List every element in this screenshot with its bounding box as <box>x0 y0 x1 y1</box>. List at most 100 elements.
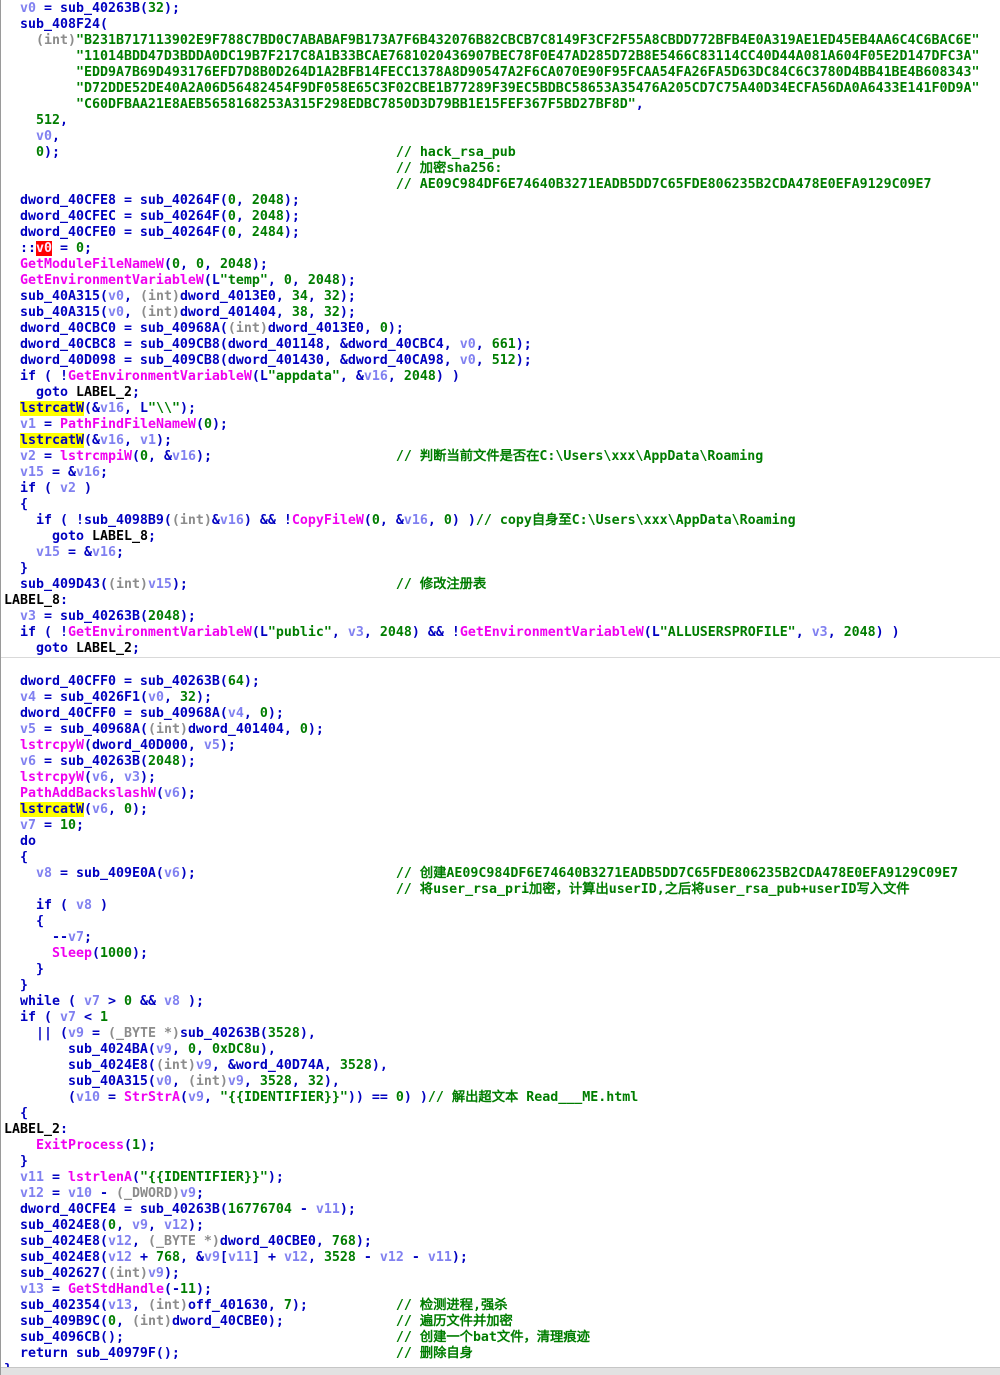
code-line[interactable]: PathAddBackslashW(v6); <box>4 786 1000 802</box>
variable-token[interactable]: v6 <box>164 866 180 881</box>
variable-token[interactable]: v9 <box>180 1186 196 1201</box>
code-line[interactable]: v0 = sub_40263B(32); <box>4 1 1000 17</box>
code-line[interactable]: } <box>4 962 1000 978</box>
code-line[interactable]: if ( !GetEnvironmentVariableW(L"appdata"… <box>4 369 1000 385</box>
variable-token[interactable]: v16 <box>92 545 116 560</box>
code-line[interactable]: sub_4024E8((int)v9, &word_40D74A, 3528), <box>4 1058 1000 1074</box>
code-line[interactable]: return sub_40979F(); // 删除自身 <box>4 1346 1000 1362</box>
code-line[interactable]: v7 = 10; <box>4 818 1000 834</box>
api-function-token[interactable]: PathFindFileNameW <box>60 417 196 432</box>
code-line[interactable]: "EDD9A7B69D493176EFD7D8B0D264D1A2BFB14FE… <box>4 65 1000 81</box>
api-function-token[interactable]: GetStdHandle <box>68 1282 164 1297</box>
horizontal-scrollbar[interactable] <box>1 1367 1000 1375</box>
variable-token[interactable]: v15 <box>20 465 44 480</box>
variable-token[interactable]: v12 <box>164 1218 188 1233</box>
code-line[interactable]: v0, <box>4 129 1000 145</box>
variable-token[interactable]: v7 <box>68 930 84 945</box>
code-line[interactable]: { <box>4 497 1000 513</box>
code-line[interactable]: // 将user_rsa_pri加密，计算出userID,之后将user_rsa… <box>4 882 1000 898</box>
highlighted-token-yellow[interactable]: lstrcatW <box>20 802 84 817</box>
variable-token[interactable]: v4 <box>228 706 244 721</box>
variable-token[interactable]: v6 <box>164 786 180 801</box>
variable-token[interactable]: v16 <box>172 449 196 464</box>
variable-token[interactable]: v0 <box>36 129 52 144</box>
variable-token[interactable]: v1 <box>140 433 156 448</box>
api-function-token[interactable]: lstrlenA <box>68 1170 132 1185</box>
label-token[interactable]: LABEL_2 <box>4 1122 60 1137</box>
code-line[interactable]: GetModuleFileNameW(0, 0, 2048); <box>4 257 1000 273</box>
variable-token[interactable]: v16 <box>404 513 428 528</box>
variable-token[interactable]: v7 <box>20 818 36 833</box>
code-line[interactable]: lstrcatW(&v16, L"\\"); <box>4 401 1000 417</box>
code-line[interactable]: lstrcatW(v6, 0); <box>4 802 1000 818</box>
code-line[interactable]: (v10 = StrStrA(v9, "{{IDENTIFIER}}")) ==… <box>4 1090 1000 1106</box>
code-line[interactable]: sub_40A315(v0, (int)dword_401404, 38, 32… <box>4 305 1000 321</box>
code-line[interactable]: if ( v2 ) <box>4 481 1000 497</box>
variable-token[interactable]: v9 <box>196 1058 212 1073</box>
api-function-token[interactable]: lstrcpyW <box>20 738 84 753</box>
variable-token[interactable]: v10 <box>76 1090 100 1105</box>
code-line[interactable]: if ( v7 < 1 <box>4 1010 1000 1026</box>
code-line[interactable]: 512, <box>4 113 1000 129</box>
variable-token[interactable]: v0 <box>148 690 164 705</box>
variable-token[interactable]: v6 <box>92 802 108 817</box>
variable-token[interactable]: v16 <box>364 369 388 384</box>
code-line[interactable]: sub_409B9C(0, (int)dword_40CBE0); // 遍历文… <box>4 1314 1000 1330</box>
code-line[interactable]: v2 = lstrcmpiW(0, &v16); // 判断当前文件是否在C:\… <box>4 449 1000 465</box>
api-function-token[interactable]: GetEnvironmentVariableW <box>68 625 252 640</box>
variable-token[interactable]: v9 <box>148 1266 164 1281</box>
variable-token[interactable]: v9 <box>228 1074 244 1089</box>
api-function-token[interactable]: StrStrA <box>124 1090 180 1105</box>
variable-token[interactable]: v12 <box>20 1186 44 1201</box>
code-line[interactable]: dword_40D098 = sub_409CB8(dword_401430, … <box>4 353 1000 369</box>
code-line[interactable]: dword_40CFF0 = sub_40968A(v4, 0); <box>4 706 1000 722</box>
variable-token[interactable]: v7 <box>60 1010 76 1025</box>
code-line[interactable]: goto LABEL_2; <box>4 641 1000 657</box>
code-line[interactable]: v5 = sub_40968A((int)dword_401404, 0); <box>4 722 1000 738</box>
variable-token[interactable]: v0 <box>460 337 476 352</box>
variable-token[interactable]: v3 <box>348 625 364 640</box>
code-line[interactable]: v1 = PathFindFileNameW(0); <box>4 417 1000 433</box>
code-line[interactable]: "D72DDE52DE40A2A06D56482454F9DF058E65C3F… <box>4 81 1000 97</box>
code-line[interactable]: v15 = &v16; <box>4 465 1000 481</box>
code-line[interactable]: sub_409D43((int)v15); // 修改注册表 <box>4 577 1000 593</box>
code-line[interactable]: { <box>4 1106 1000 1122</box>
variable-token[interactable]: v2 <box>60 481 76 496</box>
code-line[interactable]: } <box>4 1154 1000 1170</box>
variable-token[interactable]: v0 <box>20 1 36 16</box>
code-line[interactable]: goto LABEL_8; <box>4 529 1000 545</box>
variable-token[interactable]: v13 <box>20 1282 44 1297</box>
variable-token[interactable]: v3 <box>20 609 36 624</box>
code-line[interactable]: || (v9 = (_BYTE *)sub_40263B(3528), <box>4 1026 1000 1042</box>
code-line[interactable]: ::v0 = 0; <box>4 241 1000 257</box>
code-line[interactable]: Sleep(1000); <box>4 946 1000 962</box>
variable-token[interactable]: v8 <box>164 994 180 1009</box>
variable-token[interactable]: v9 <box>188 1090 204 1105</box>
code-line[interactable]: } <box>4 561 1000 577</box>
variable-token[interactable]: v11 <box>316 1202 340 1217</box>
code-line[interactable]: v13 = GetStdHandle(-11); <box>4 1282 1000 1298</box>
label-token[interactable]: LABEL_2 <box>76 641 132 656</box>
code-line[interactable]: dword_40CBC0 = sub_40968A((int)dword_401… <box>4 321 1000 337</box>
code-line[interactable]: "11014BDD47D3BDDA0DC19B7F217C8A1B33BCAE7… <box>4 49 1000 65</box>
variable-token[interactable]: v8 <box>36 866 52 881</box>
code-line[interactable]: dword_40CFE8 = sub_40264F(0, 2048); <box>4 193 1000 209</box>
code-line[interactable]: LABEL_8: <box>4 593 1000 609</box>
variable-token[interactable]: v6 <box>20 754 36 769</box>
code-line[interactable]: if ( v8 ) <box>4 898 1000 914</box>
code-line[interactable]: dword_40CFF0 = sub_40263B(64); <box>4 674 1000 690</box>
code-line[interactable]: dword_40CBC8 = sub_409CB8(dword_401148, … <box>4 337 1000 353</box>
variable-token[interactable]: v16 <box>100 401 124 416</box>
api-function-token[interactable]: GetEnvironmentVariableW <box>68 369 252 384</box>
variable-token[interactable]: v12 <box>284 1250 308 1265</box>
code-line[interactable]: // AE09C984DF6E74640B3271EADB5DD7C65FDE8… <box>4 177 1000 193</box>
variable-token[interactable]: v9 <box>68 1026 84 1041</box>
code-line[interactable]: v6 = sub_40263B(2048); <box>4 754 1000 770</box>
api-function-token[interactable]: lstrcmpiW <box>60 449 132 464</box>
code-line[interactable]: lstrcatW(&v16, v1); <box>4 433 1000 449</box>
variable-token[interactable]: v11 <box>20 1170 44 1185</box>
code-line[interactable]: do <box>4 834 1000 850</box>
variable-token[interactable]: v13 <box>108 1298 132 1313</box>
code-line[interactable]: sub_4024E8(0, v9, v12); <box>4 1218 1000 1234</box>
code-line[interactable]: v8 = sub_409E0A(v6); // 创建AE09C984DF6E74… <box>4 866 1000 882</box>
